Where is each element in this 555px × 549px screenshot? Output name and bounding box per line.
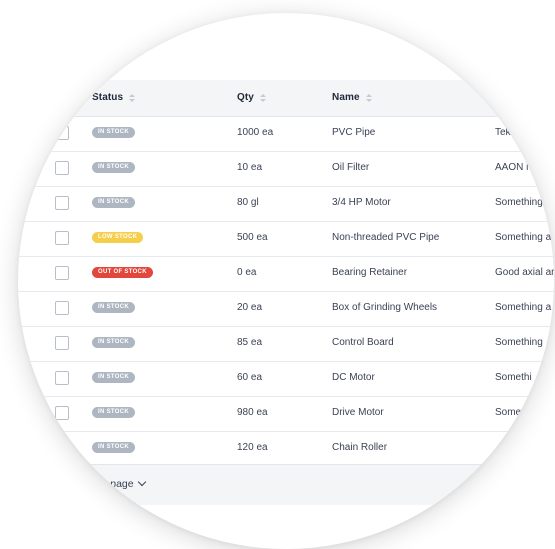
table-row[interactable]: OUT OF STOCK 0 ea Bearing Retainer Good axi… [18,256,554,292]
name-cell: Bearing Retainer [332,267,408,278]
description-cell: Something [495,337,543,348]
row-checkbox[interactable] [55,266,69,280]
magnifier-lens: Status Qty Name IN STOCK 1000 ea PVC Pipe T… [18,13,554,549]
status-badge: IN STOCK [92,127,135,138]
name-cell: PVC Pipe [332,127,376,138]
description-cell: Good axial ar [495,267,554,278]
qty-cell: 0 ea [237,267,257,278]
description-cell: Something a [495,232,552,243]
name-column-header[interactable]: Name [332,92,372,103]
name-cell: DC Motor [332,372,375,383]
qty-cell: 85 ea [237,337,263,348]
table-row[interactable]: IN STOCK 1000 ea PVC Pipe Tek [18,116,554,152]
row-checkbox[interactable] [55,196,69,210]
name-cell: Oil Filter [332,162,370,173]
name-cell: Box of Grinding Wheels [332,302,438,313]
row-checkbox[interactable] [55,126,69,140]
row-checkbox[interactable] [55,161,69,175]
qty-cell: 60 ea [237,372,263,383]
row-checkbox[interactable] [55,371,69,385]
qty-cell: 1000 ea [237,127,274,138]
chevron-down-icon [137,477,146,487]
description-cell: Tek [495,127,511,138]
table-row[interactable]: IN STOCK 80 gl 3/4 HP Motor Something [18,186,554,222]
table-view: Status Qty Name IN STOCK 1000 ea PVC Pipe T… [18,13,554,546]
table-row[interactable]: LOW STOCK 500 ea Non-threaded PVC Pipe Some… [18,221,554,257]
status-badge: LOW STOCK [92,232,144,243]
description-cell: Some [495,407,522,418]
status-badge: OUT OF STOCK [92,267,153,278]
row-checkbox[interactable] [55,301,69,315]
table-row[interactable]: IN STOCK 120 ea Chain Roller [18,431,554,467]
row-checkbox[interactable] [55,231,69,245]
qty-cell: 120 ea [237,442,268,453]
rows-per-page-label: er page [98,478,134,490]
status-header-label: Status [92,92,124,103]
status-badge: IN STOCK [92,302,135,313]
table-row[interactable]: IN STOCK 85 ea Control Board Something [18,326,554,362]
status-badge: IN STOCK [92,197,135,208]
name-cell: Control Board [332,337,394,348]
status-column-header[interactable]: Status [92,92,136,103]
qty-header-label: Qty [237,92,254,103]
sort-icon[interactable] [259,93,266,102]
table-row[interactable]: IN STOCK 10 ea Oil Filter AAON i [18,151,554,187]
row-checkbox[interactable] [55,406,69,420]
row-checkbox[interactable] [55,336,69,350]
status-badge: IN STOCK [92,372,135,383]
name-cell: 3/4 HP Motor [332,197,391,208]
rows-per-page-dropdown[interactable]: er page [98,477,146,490]
description-cell: Something [495,197,543,208]
status-badge: IN STOCK [92,442,135,453]
qty-column-header[interactable]: Qty [237,92,266,103]
name-cell: Non-threaded PVC Pipe [332,232,440,243]
row-checkbox[interactable] [55,441,69,455]
status-badge: IN STOCK [92,407,135,418]
status-badge: IN STOCK [92,162,135,173]
status-badge: IN STOCK [92,337,135,348]
qty-cell: 20 ea [237,302,263,313]
table-row[interactable]: IN STOCK 60 ea DC Motor Somethi [18,361,554,397]
qty-cell: 80 gl [237,197,259,208]
table-row[interactable]: IN STOCK 20 ea Box of Grinding Wheels Somet… [18,291,554,327]
name-cell: Chain Roller [332,442,388,453]
name-cell: Drive Motor [332,407,384,418]
description-cell: AAON i [495,162,529,173]
table-row[interactable]: IN STOCK 980 ea Drive Motor Some [18,396,554,432]
name-header-label: Name [332,92,360,103]
qty-cell: 980 ea [237,407,268,418]
qty-cell: 500 ea [237,232,268,243]
description-cell: Something a [495,302,552,313]
sort-icon[interactable] [129,93,136,102]
qty-cell: 10 ea [237,162,263,173]
sort-icon[interactable] [365,93,372,102]
description-cell: Somethi [495,372,532,383]
